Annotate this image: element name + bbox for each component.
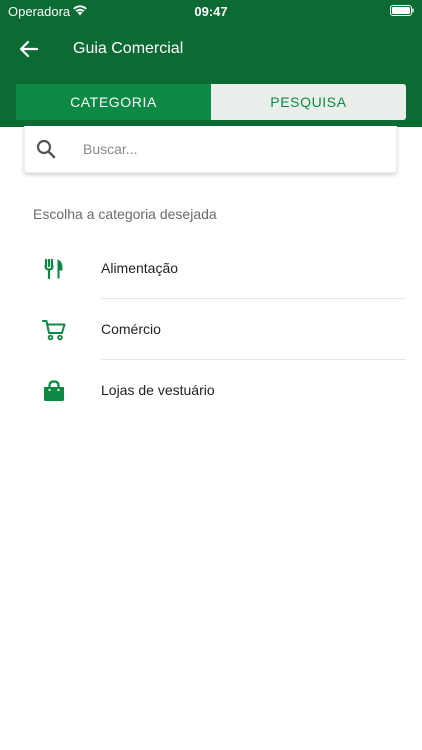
search-input[interactable] [83, 137, 383, 161]
back-button[interactable] [14, 36, 44, 62]
category-item-lojas-de-vestuario[interactable]: Lojas de vestuário [0, 360, 422, 421]
categories-heading: Escolha a categoria desejada [33, 206, 217, 222]
category-label: Comércio [101, 321, 161, 337]
tab-switcher: CATEGORIA PESQUISA [16, 84, 406, 120]
fork-knife-icon [44, 258, 63, 280]
tab-categoria[interactable]: CATEGORIA [16, 84, 211, 120]
app-header: Operadora 09:47 Guia Comercial CATEGORIA… [0, 0, 422, 127]
shopping-bag-icon [44, 380, 64, 401]
shopping-cart-icon [42, 320, 66, 341]
category-label: Alimentação [101, 260, 179, 276]
status-bar: Operadora 09:47 [0, 0, 422, 22]
arrow-left-icon [19, 40, 39, 58]
search-icon [36, 139, 56, 159]
tab-pesquisa[interactable]: PESQUISA [211, 84, 406, 120]
status-time: 09:47 [194, 4, 228, 19]
category-list: Alimentação Comércio Lojas de vestuário [0, 238, 422, 421]
search-box [24, 126, 397, 173]
category-label: Lojas de vestuário [101, 382, 215, 398]
battery-icon [390, 5, 414, 16]
category-item-comercio[interactable]: Comércio [0, 299, 422, 360]
category-item-alimentacao[interactable]: Alimentação [0, 238, 422, 299]
page-title: Guia Comercial [73, 40, 184, 57]
